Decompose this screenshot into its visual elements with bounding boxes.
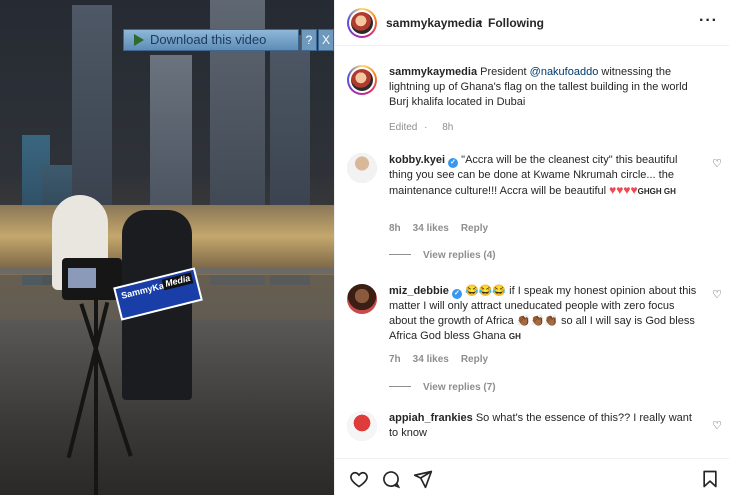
caption-time: 8h [442,122,454,133]
comment-likes[interactable]: 34 likes [413,354,449,365]
view-replies-button[interactable]: View replies (4) [389,250,496,261]
watermark-tag: Media [162,272,194,291]
heart-emoji: ♥♥♥♥ [609,183,638,197]
avatar-image [347,411,377,441]
video-player[interactable]: SammyKay Media Download this video ? X [0,0,334,495]
download-close-button[interactable]: X [318,29,334,51]
post-actions [335,458,729,495]
comment-text: kobby.kyei ✓ "Accra will be the cleanest… [389,154,678,197]
replies-line [389,254,411,255]
paper-plane-icon[interactable] [413,469,433,489]
comment-like-icon[interactable]: ♡ [712,419,722,432]
download-help-button[interactable]: ? [301,29,317,51]
comment-meta: 7h 34 likes Reply [389,354,500,365]
download-video-label: Download this video [150,32,267,47]
avatar-image [351,69,373,91]
header-username[interactable]: sammykaymedia [386,16,482,30]
clapping-emoji: 👏🏾👏🏾👏🏾 [516,315,558,327]
avatar-image [347,153,377,183]
comment-time: 7h [389,354,401,365]
comment-text: appiah_frankies So what's the essence of… [389,412,692,439]
reply-button[interactable]: Reply [461,223,488,234]
comment-username[interactable]: appiah_frankies [389,412,473,424]
edited-label: Edited [389,122,418,133]
caption-text: sammykaymedia President @nakufoaddo witn… [389,66,688,108]
more-options-icon[interactable]: ··· [699,12,718,30]
comment-username[interactable]: kobby.kyei [389,154,445,166]
comment-likes[interactable]: 34 likes [413,223,449,234]
view-replies-button[interactable]: View replies (7) [389,382,496,393]
comment-username[interactable]: miz_debbie [389,285,449,297]
heart-outline-icon[interactable] [349,469,369,489]
caption-meta: Edited · 8h [389,122,454,133]
tripod-leg [94,300,98,495]
comment-text: miz_debbie ✓ 😂😂😂 if I speak my honest op… [389,285,697,342]
comment-icon[interactable] [381,469,401,489]
reply-button[interactable]: Reply [461,354,488,365]
bookmark-icon[interactable] [700,469,720,489]
play-icon [134,34,144,46]
download-video-button[interactable]: Download this video [123,29,299,51]
comment-meta: 8h 34 likes Reply [389,223,500,234]
separator-dot: • [478,15,483,29]
verified-badge-icon: ✓ [448,158,459,168]
comment-like-icon[interactable]: ♡ [712,157,722,170]
avatar[interactable] [347,8,377,38]
avatar-image [351,12,373,34]
post-header: sammykaymedia • Following ··· [335,0,729,46]
verified-badge-icon: ✓ [451,289,462,299]
avatar[interactable] [347,153,377,183]
avatar[interactable] [347,65,377,95]
flag-emoji: GH [508,332,521,341]
laughing-emoji: 😂😂😂 [465,285,507,297]
avatar[interactable] [347,411,377,441]
avatar[interactable] [347,284,377,314]
avatar-image [347,284,377,314]
following-button[interactable]: Following [488,16,544,30]
comments-list[interactable]: sammykaymedia President @nakufoaddo witn… [335,47,729,447]
camera-screen [68,268,96,288]
replies-line [389,386,411,387]
camera [62,258,122,300]
mention-link[interactable]: @nakufoaddo [530,66,599,78]
comment-like-icon[interactable]: ♡ [712,288,722,301]
post-panel: sammykaymedia • Following ··· sammykayme… [334,0,729,495]
comment-time: 8h [389,223,401,234]
flag-emoji: GHGH GH [637,187,676,196]
caption-username[interactable]: sammykaymedia [389,66,477,78]
